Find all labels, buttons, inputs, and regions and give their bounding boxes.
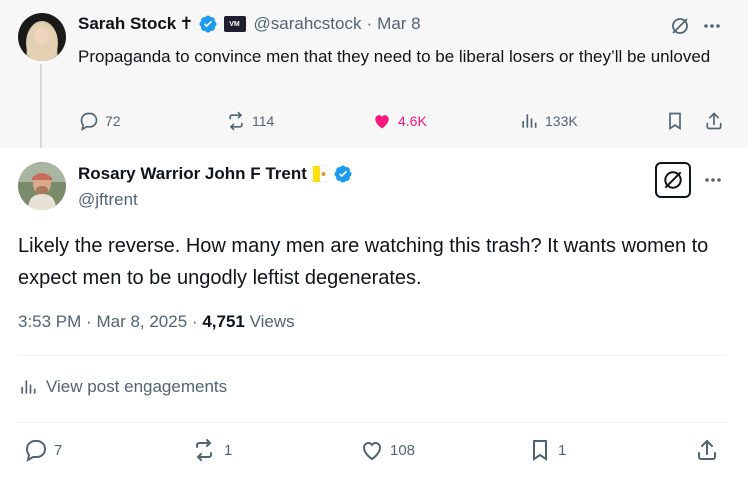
avatar-john-trent[interactable] bbox=[18, 162, 66, 210]
retweet-count: 114 bbox=[252, 113, 275, 129]
bookmark-icon bbox=[533, 440, 547, 461]
separator: · bbox=[366, 14, 373, 33]
vatican-flag-icon bbox=[312, 165, 328, 183]
retweet-count: 1 bbox=[224, 441, 233, 459]
reply-count: 72 bbox=[105, 113, 121, 129]
divider bbox=[18, 355, 726, 356]
parent-tweet[interactable]: Sarah Stock ✝ VM @sarahcstock · Mar 8 Pr… bbox=[0, 0, 748, 148]
display-name[interactable]: Sarah Stock bbox=[78, 14, 176, 34]
more-icon[interactable] bbox=[700, 14, 724, 38]
share-icon bbox=[698, 440, 716, 460]
like-icon bbox=[375, 115, 389, 129]
avatar-sarah-stock[interactable] bbox=[18, 13, 66, 61]
views-button[interactable]: 133K bbox=[519, 111, 578, 131]
handle[interactable]: @sarahcstock bbox=[254, 14, 362, 34]
share-button[interactable] bbox=[695, 438, 719, 462]
reply-button[interactable]: 7 bbox=[24, 438, 62, 462]
engagements-label: View post engagements bbox=[46, 377, 228, 396]
like-button[interactable]: 4.6K bbox=[372, 111, 427, 131]
views-icon bbox=[21, 380, 36, 394]
views-count: 133K bbox=[545, 113, 578, 129]
verified-icon bbox=[334, 165, 352, 183]
parent-tweet-text: Propaganda to convince men that they nee… bbox=[78, 47, 711, 66]
tweet-date[interactable]: Mar 8 bbox=[377, 14, 420, 34]
share-icon bbox=[706, 112, 722, 130]
view-engagements-link[interactable]: View post engagements bbox=[18, 377, 227, 397]
views-icon bbox=[522, 114, 537, 128]
views-label: Views bbox=[249, 312, 295, 331]
display-name[interactable]: Rosary Warrior John F Trent bbox=[78, 164, 307, 184]
like-icon bbox=[362, 441, 382, 461]
reply-icon bbox=[80, 112, 98, 131]
verified-icon bbox=[198, 15, 217, 33]
main-tweet-text: Likely the reverse. How many men are wat… bbox=[18, 235, 709, 289]
affiliate-badge-icon[interactable]: VM bbox=[223, 16, 246, 32]
reply-icon bbox=[25, 440, 47, 462]
cross-badge: ✝ bbox=[179, 14, 194, 33]
bookmark-button[interactable] bbox=[664, 110, 686, 132]
tweet-meta: 3:53 PM · Mar 8, 2025 · 4,751 Views bbox=[18, 312, 295, 332]
grok-icon[interactable] bbox=[655, 162, 691, 198]
thread-line bbox=[40, 64, 42, 148]
views-count: 4,751 bbox=[202, 312, 245, 331]
reply-button[interactable]: 72 bbox=[79, 111, 121, 131]
parent-header: Sarah Stock ✝ VM @sarahcstock · Mar 8 bbox=[78, 14, 421, 34]
divider bbox=[18, 422, 726, 423]
retweet-button[interactable]: 1 bbox=[190, 438, 232, 462]
grok-icon[interactable] bbox=[668, 14, 692, 38]
separator: · bbox=[191, 312, 198, 331]
handle[interactable]: @jftrent bbox=[78, 190, 138, 210]
bookmark-button[interactable]: 1 bbox=[528, 438, 566, 462]
main-header: Rosary Warrior John F Trent bbox=[78, 164, 353, 184]
tweet-date[interactable]: Mar 8, 2025 bbox=[96, 312, 187, 331]
like-button[interactable]: 108 bbox=[360, 438, 415, 462]
reply-count: 7 bbox=[54, 441, 63, 459]
retweet-button[interactable]: 114 bbox=[226, 111, 274, 131]
retweet-icon bbox=[196, 439, 212, 461]
tweet-time[interactable]: 3:53 PM bbox=[18, 312, 81, 331]
bookmark-count: 1 bbox=[558, 441, 567, 459]
like-count: 4.6K bbox=[398, 113, 427, 129]
more-icon[interactable] bbox=[701, 168, 725, 192]
like-count: 108 bbox=[390, 441, 416, 459]
bookmark-icon bbox=[669, 112, 681, 131]
retweet-icon bbox=[229, 111, 243, 131]
separator: · bbox=[86, 312, 92, 331]
share-button[interactable] bbox=[703, 110, 725, 132]
